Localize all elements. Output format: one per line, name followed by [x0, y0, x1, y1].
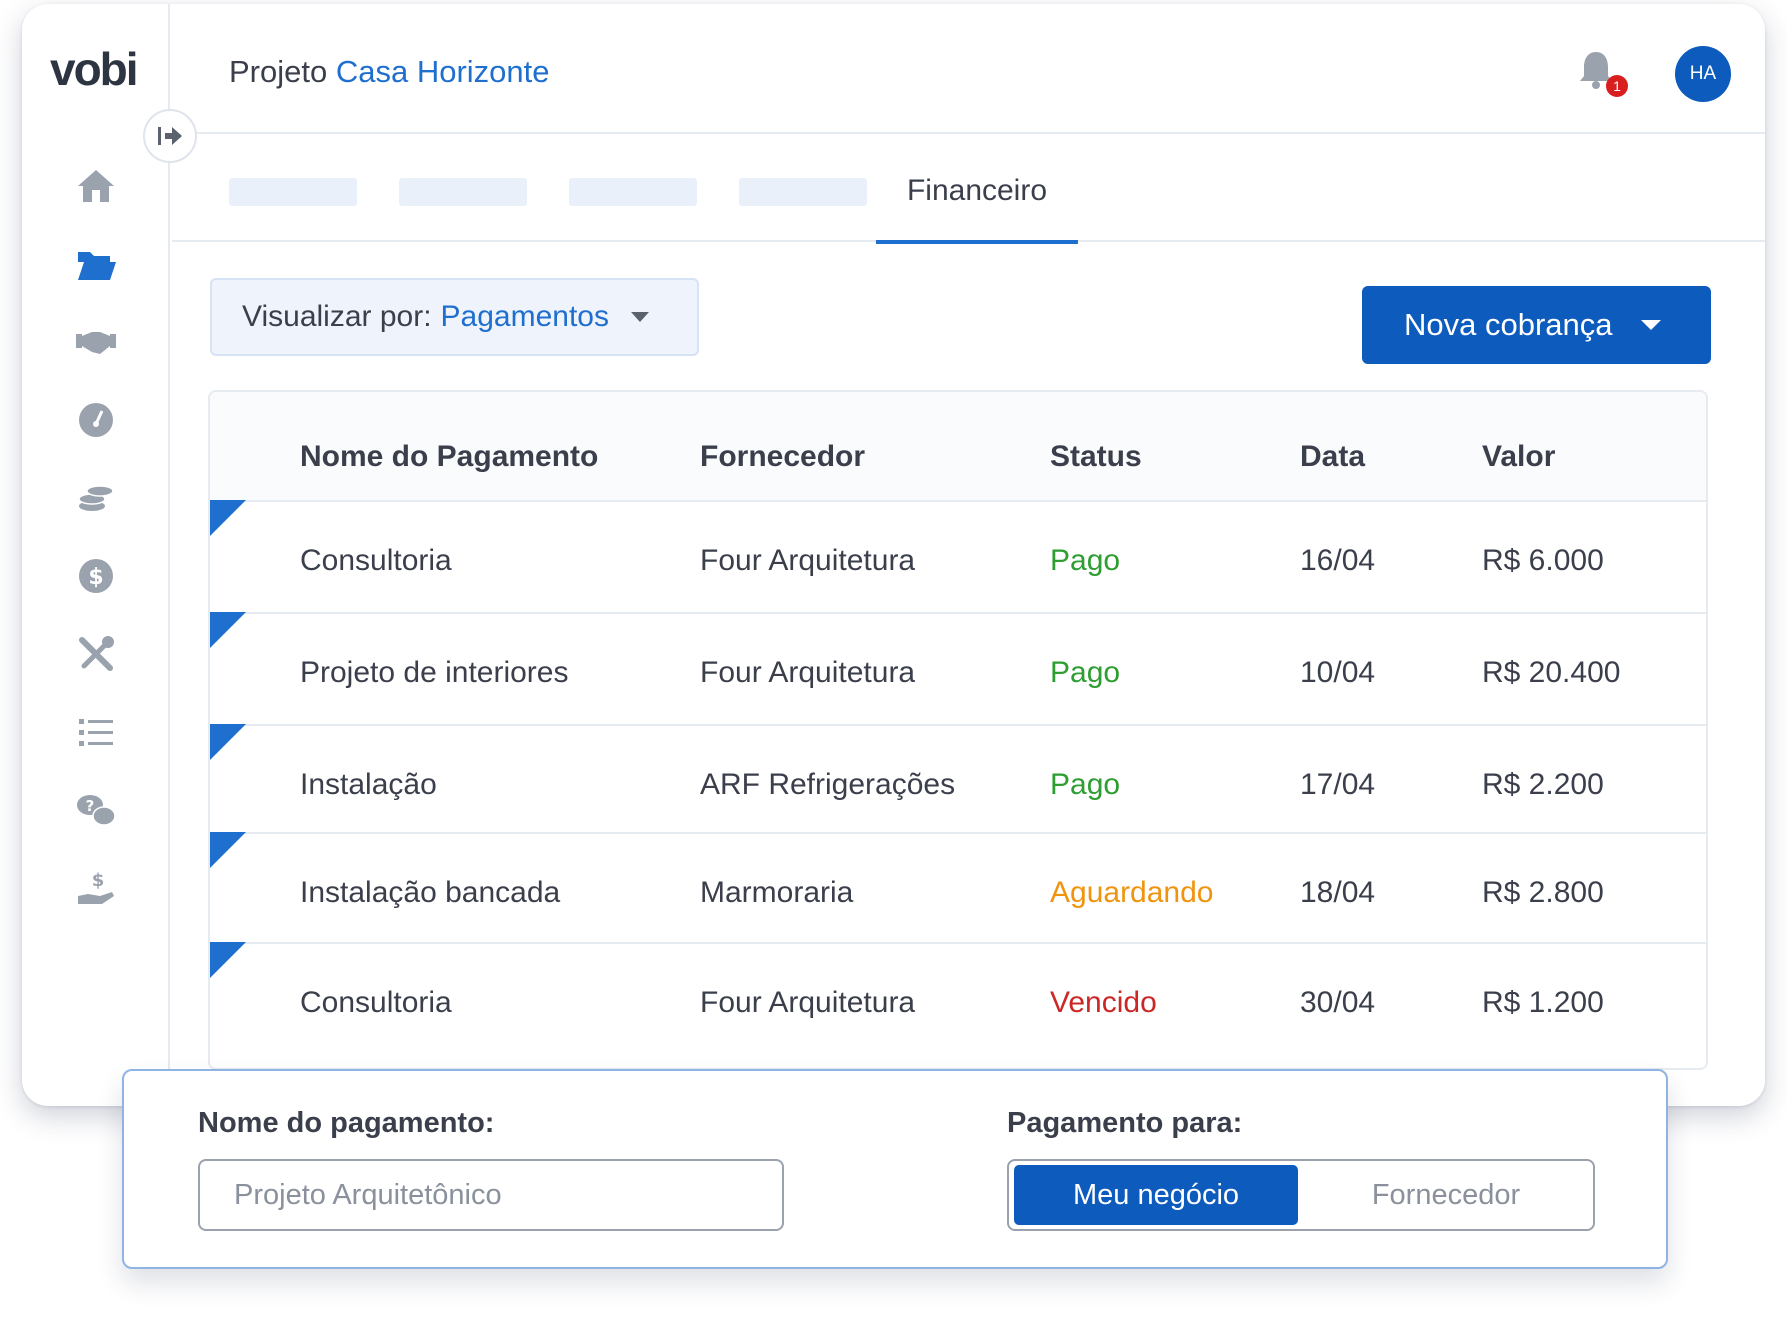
cell-supplier: Four Arquitetura	[700, 544, 916, 577]
col-header-date[interactable]: Data	[1300, 440, 1365, 474]
gauge-icon	[79, 403, 113, 437]
cell-date: 16/04	[1300, 544, 1376, 577]
page-title: Projeto Casa Horizonte	[229, 54, 550, 90]
status-badge: Pago	[1050, 544, 1121, 577]
list-icon	[79, 719, 113, 746]
sidebar-item-home[interactable]	[72, 162, 120, 210]
cell-date: 30/04	[1300, 986, 1376, 1019]
new-charge-label: Nova cobrança	[1404, 307, 1613, 342]
status-badge: Aguardando	[1050, 876, 1214, 909]
table-row[interactable]: Consultoria Four Arquitetura Pago 16/04 …	[210, 500, 1706, 614]
col-header-supplier[interactable]: Fornecedor	[700, 440, 865, 474]
payment-name-input[interactable]: Projeto Arquitetônico	[198, 1159, 784, 1231]
tools-icon	[79, 636, 114, 671]
table-header: Nome do Pagamento Fornecedor Status Data…	[210, 392, 1706, 502]
cell-name: Projeto de interiores	[300, 656, 569, 689]
cell-value: R$ 1.200	[1482, 986, 1604, 1019]
svg-text:?: ?	[86, 797, 95, 815]
payment-name-label: Nome do pagamento:	[198, 1107, 495, 1139]
table-row[interactable]: Consultoria Four Arquitetura Vencido 30/…	[210, 942, 1706, 1068]
view-by-label: Visualizar por:	[242, 300, 432, 333]
row-flag-marker	[210, 942, 246, 978]
option-my-business[interactable]: Meu negócio	[1014, 1165, 1298, 1225]
hand-money-icon: $	[78, 870, 114, 904]
svg-text:$: $	[88, 565, 103, 590]
coins-icon	[78, 485, 114, 511]
home-icon	[78, 170, 114, 202]
cell-value: R$ 6.000	[1482, 544, 1604, 577]
payments-table: Nome do Pagamento Fornecedor Status Data…	[208, 390, 1708, 1070]
payment-to-toggle: Meu negócio Fornecedor	[1007, 1159, 1595, 1231]
chevron-down-icon	[1640, 320, 1661, 330]
cell-name: Instalação	[300, 768, 437, 801]
sidebar-item-financial[interactable]: $	[72, 552, 120, 600]
status-badge: Vencido	[1050, 986, 1157, 1019]
view-by-dropdown[interactable]: Visualizar por: Pagamentos	[210, 278, 699, 356]
top-header: Projeto Casa Horizonte 1 HA	[172, 4, 1765, 134]
cell-supplier: Four Arquitetura	[700, 986, 916, 1019]
col-header-name[interactable]: Nome do Pagamento	[300, 440, 598, 474]
cell-supplier: Four Arquitetura	[700, 656, 916, 689]
active-tab-indicator	[876, 240, 1078, 244]
row-flag-marker	[210, 612, 246, 648]
cell-name: Consultoria	[300, 544, 452, 577]
cell-name: Consultoria	[300, 986, 452, 1019]
cell-supplier: Marmoraria	[700, 876, 854, 909]
cell-value: R$ 2.200	[1482, 768, 1604, 801]
row-flag-marker	[210, 724, 246, 760]
sidebar-toggle-button[interactable]	[143, 109, 197, 163]
chevron-down-icon	[631, 312, 649, 322]
app-logo[interactable]: vobi	[50, 42, 139, 96]
tab-placeholder-4[interactable]	[739, 178, 867, 206]
project-name-link[interactable]: Casa Horizonte	[336, 54, 550, 89]
cell-name: Instalação bancada	[300, 876, 561, 909]
sidebar-item-budget[interactable]	[72, 474, 120, 522]
cell-date: 18/04	[1300, 876, 1376, 909]
dollar-circle-icon: $	[79, 559, 113, 593]
new-payment-form: Nome do pagamento: Projeto Arquitetônico…	[122, 1069, 1668, 1269]
row-flag-marker	[210, 832, 246, 868]
row-flag-marker	[210, 500, 246, 536]
sidebar-item-tasks[interactable]	[72, 708, 120, 756]
col-header-value[interactable]: Valor	[1482, 440, 1555, 474]
app-window: vobi $ ? $ Projeto Casa Horizonte 1 HA F…	[22, 4, 1765, 1106]
tab-placeholder-3[interactable]	[569, 178, 697, 206]
tab-bar: Financeiro	[172, 134, 1765, 244]
collapse-arrow-icon	[158, 127, 182, 145]
tab-placeholder-1[interactable]	[229, 178, 357, 206]
handshake-icon	[76, 332, 116, 354]
sidebar-item-deals[interactable]	[72, 318, 120, 366]
project-prefix: Projeto	[229, 54, 328, 89]
cell-date: 10/04	[1300, 656, 1376, 689]
user-avatar[interactable]: HA	[1675, 46, 1731, 102]
sidebar-item-tools[interactable]	[72, 630, 120, 678]
sidebar-item-projects[interactable]	[72, 240, 120, 288]
status-badge: Pago	[1050, 656, 1121, 689]
notification-badge: 1	[1606, 75, 1628, 97]
table-row[interactable]: Instalação bancada Marmoraria Aguardando…	[210, 832, 1706, 944]
table-row[interactable]: Instalação ARF Refrigerações Pago 17/04 …	[210, 724, 1706, 834]
cell-date: 17/04	[1300, 768, 1376, 801]
tab-placeholder-2[interactable]	[399, 178, 527, 206]
cell-value: R$ 2.800	[1482, 876, 1604, 909]
sidebar: vobi $ ? $	[22, 4, 170, 1106]
tab-financeiro-label: Financeiro	[906, 174, 1048, 207]
status-badge: Pago	[1050, 768, 1121, 801]
table-row[interactable]: Projeto de interiores Four Arquitetura P…	[210, 612, 1706, 726]
option-supplier[interactable]: Fornecedor	[1304, 1165, 1588, 1225]
sidebar-item-help[interactable]: ?	[72, 786, 120, 834]
payment-to-label: Pagamento para:	[1007, 1107, 1243, 1139]
cell-supplier: ARF Refrigerações	[700, 768, 956, 801]
sidebar-item-payments[interactable]: $	[72, 864, 120, 912]
tab-financeiro[interactable]: Financeiro	[876, 174, 1078, 244]
svg-text:$: $	[92, 870, 105, 891]
col-header-status[interactable]: Status	[1050, 440, 1142, 474]
folder-icon	[78, 252, 116, 280]
help-chat-icon: ?	[77, 795, 116, 826]
view-by-value: Pagamentos	[440, 300, 609, 333]
cell-value: R$ 20.400	[1482, 656, 1621, 689]
new-charge-button[interactable]: Nova cobrança	[1362, 286, 1711, 364]
sidebar-item-dashboard[interactable]	[72, 396, 120, 444]
